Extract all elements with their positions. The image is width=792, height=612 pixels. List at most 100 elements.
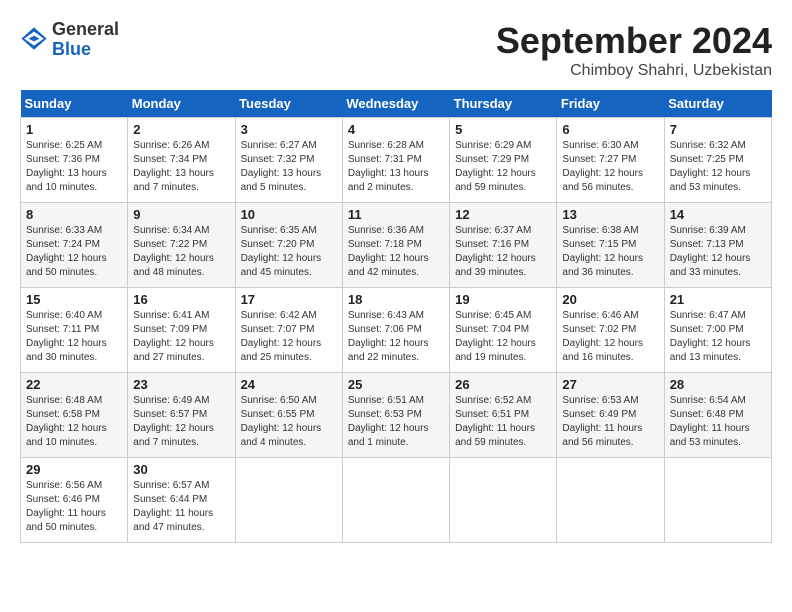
day-info: Sunrise: 6:47 AM Sunset: 7:00 PM Dayligh… xyxy=(670,309,766,365)
day-info: Sunrise: 6:43 AM Sunset: 7:06 PM Dayligh… xyxy=(348,309,444,365)
day-number: 19 xyxy=(455,292,551,307)
table-row: 1 Sunrise: 6:25 AM Sunset: 7:36 PM Dayli… xyxy=(21,118,128,203)
day-info: Sunrise: 6:52 AM Sunset: 6:51 PM Dayligh… xyxy=(455,394,551,450)
day-number: 30 xyxy=(133,462,229,477)
day-info: Sunrise: 6:33 AM Sunset: 7:24 PM Dayligh… xyxy=(26,224,122,280)
table-row: 24 Sunrise: 6:50 AM Sunset: 6:55 PM Dayl… xyxy=(235,373,342,458)
logo-icon xyxy=(20,26,48,54)
day-number: 2 xyxy=(133,122,229,137)
table-row: 4 Sunrise: 6:28 AM Sunset: 7:31 PM Dayli… xyxy=(342,118,449,203)
day-number: 7 xyxy=(670,122,766,137)
day-info: Sunrise: 6:29 AM Sunset: 7:29 PM Dayligh… xyxy=(455,139,551,195)
day-info: Sunrise: 6:53 AM Sunset: 6:49 PM Dayligh… xyxy=(562,394,658,450)
day-number: 3 xyxy=(241,122,337,137)
table-row: 11 Sunrise: 6:36 AM Sunset: 7:18 PM Dayl… xyxy=(342,203,449,288)
day-number: 6 xyxy=(562,122,658,137)
month-title: September 2024 xyxy=(496,20,772,62)
calendar-week-row: 29 Sunrise: 6:56 AM Sunset: 6:46 PM Dayl… xyxy=(21,458,772,543)
day-info: Sunrise: 6:51 AM Sunset: 6:53 PM Dayligh… xyxy=(348,394,444,450)
day-number: 1 xyxy=(26,122,122,137)
table-row: 29 Sunrise: 6:56 AM Sunset: 6:46 PM Dayl… xyxy=(21,458,128,543)
logo: General Blue xyxy=(20,20,119,60)
day-info: Sunrise: 6:37 AM Sunset: 7:16 PM Dayligh… xyxy=(455,224,551,280)
table-row: 23 Sunrise: 6:49 AM Sunset: 6:57 PM Dayl… xyxy=(128,373,235,458)
day-number: 11 xyxy=(348,207,444,222)
table-row: 21 Sunrise: 6:47 AM Sunset: 7:00 PM Dayl… xyxy=(664,288,771,373)
day-number: 17 xyxy=(241,292,337,307)
day-info: Sunrise: 6:46 AM Sunset: 7:02 PM Dayligh… xyxy=(562,309,658,365)
day-info: Sunrise: 6:41 AM Sunset: 7:09 PM Dayligh… xyxy=(133,309,229,365)
col-tuesday: Tuesday xyxy=(235,90,342,118)
day-info: Sunrise: 6:25 AM Sunset: 7:36 PM Dayligh… xyxy=(26,139,122,195)
calendar-table: Sunday Monday Tuesday Wednesday Thursday… xyxy=(20,90,772,543)
table-row: 25 Sunrise: 6:51 AM Sunset: 6:53 PM Dayl… xyxy=(342,373,449,458)
title-section: September 2024 Chimboy Shahri, Uzbekista… xyxy=(496,20,772,80)
day-info: Sunrise: 6:56 AM Sunset: 6:46 PM Dayligh… xyxy=(26,479,122,535)
day-number: 28 xyxy=(670,377,766,392)
day-number: 23 xyxy=(133,377,229,392)
table-row: 12 Sunrise: 6:37 AM Sunset: 7:16 PM Dayl… xyxy=(450,203,557,288)
calendar-week-row: 1 Sunrise: 6:25 AM Sunset: 7:36 PM Dayli… xyxy=(21,118,772,203)
col-saturday: Saturday xyxy=(664,90,771,118)
day-info: Sunrise: 6:32 AM Sunset: 7:25 PM Dayligh… xyxy=(670,139,766,195)
table-row: 14 Sunrise: 6:39 AM Sunset: 7:13 PM Dayl… xyxy=(664,203,771,288)
table-row: 2 Sunrise: 6:26 AM Sunset: 7:34 PM Dayli… xyxy=(128,118,235,203)
day-info: Sunrise: 6:49 AM Sunset: 6:57 PM Dayligh… xyxy=(133,394,229,450)
day-number: 27 xyxy=(562,377,658,392)
table-row: 5 Sunrise: 6:29 AM Sunset: 7:29 PM Dayli… xyxy=(450,118,557,203)
table-row xyxy=(557,458,664,543)
day-number: 29 xyxy=(26,462,122,477)
col-friday: Friday xyxy=(557,90,664,118)
col-wednesday: Wednesday xyxy=(342,90,449,118)
table-row: 22 Sunrise: 6:48 AM Sunset: 6:58 PM Dayl… xyxy=(21,373,128,458)
day-info: Sunrise: 6:30 AM Sunset: 7:27 PM Dayligh… xyxy=(562,139,658,195)
day-number: 12 xyxy=(455,207,551,222)
day-info: Sunrise: 6:35 AM Sunset: 7:20 PM Dayligh… xyxy=(241,224,337,280)
day-number: 14 xyxy=(670,207,766,222)
table-row: 16 Sunrise: 6:41 AM Sunset: 7:09 PM Dayl… xyxy=(128,288,235,373)
day-number: 13 xyxy=(562,207,658,222)
day-info: Sunrise: 6:50 AM Sunset: 6:55 PM Dayligh… xyxy=(241,394,337,450)
day-number: 24 xyxy=(241,377,337,392)
table-row xyxy=(342,458,449,543)
day-number: 25 xyxy=(348,377,444,392)
table-row: 19 Sunrise: 6:45 AM Sunset: 7:04 PM Dayl… xyxy=(450,288,557,373)
calendar-week-row: 8 Sunrise: 6:33 AM Sunset: 7:24 PM Dayli… xyxy=(21,203,772,288)
day-number: 4 xyxy=(348,122,444,137)
day-number: 20 xyxy=(562,292,658,307)
calendar-week-row: 22 Sunrise: 6:48 AM Sunset: 6:58 PM Dayl… xyxy=(21,373,772,458)
calendar-week-row: 15 Sunrise: 6:40 AM Sunset: 7:11 PM Dayl… xyxy=(21,288,772,373)
day-number: 15 xyxy=(26,292,122,307)
table-row: 20 Sunrise: 6:46 AM Sunset: 7:02 PM Dayl… xyxy=(557,288,664,373)
col-sunday: Sunday xyxy=(21,90,128,118)
day-number: 26 xyxy=(455,377,551,392)
calendar-header-row: Sunday Monday Tuesday Wednesday Thursday… xyxy=(21,90,772,118)
day-info: Sunrise: 6:28 AM Sunset: 7:31 PM Dayligh… xyxy=(348,139,444,195)
day-info: Sunrise: 6:27 AM Sunset: 7:32 PM Dayligh… xyxy=(241,139,337,195)
logo-blue-text: Blue xyxy=(52,39,91,59)
table-row: 30 Sunrise: 6:57 AM Sunset: 6:44 PM Dayl… xyxy=(128,458,235,543)
table-row: 15 Sunrise: 6:40 AM Sunset: 7:11 PM Dayl… xyxy=(21,288,128,373)
day-info: Sunrise: 6:48 AM Sunset: 6:58 PM Dayligh… xyxy=(26,394,122,450)
table-row: 9 Sunrise: 6:34 AM Sunset: 7:22 PM Dayli… xyxy=(128,203,235,288)
table-row: 6 Sunrise: 6:30 AM Sunset: 7:27 PM Dayli… xyxy=(557,118,664,203)
day-number: 10 xyxy=(241,207,337,222)
day-info: Sunrise: 6:38 AM Sunset: 7:15 PM Dayligh… xyxy=(562,224,658,280)
day-number: 22 xyxy=(26,377,122,392)
logo-general-text: General xyxy=(52,19,119,39)
page-header: General Blue September 2024 Chimboy Shah… xyxy=(20,20,772,80)
table-row: 8 Sunrise: 6:33 AM Sunset: 7:24 PM Dayli… xyxy=(21,203,128,288)
table-row: 10 Sunrise: 6:35 AM Sunset: 7:20 PM Dayl… xyxy=(235,203,342,288)
table-row xyxy=(450,458,557,543)
day-info: Sunrise: 6:45 AM Sunset: 7:04 PM Dayligh… xyxy=(455,309,551,365)
table-row: 18 Sunrise: 6:43 AM Sunset: 7:06 PM Dayl… xyxy=(342,288,449,373)
day-number: 18 xyxy=(348,292,444,307)
table-row: 17 Sunrise: 6:42 AM Sunset: 7:07 PM Dayl… xyxy=(235,288,342,373)
day-number: 9 xyxy=(133,207,229,222)
table-row xyxy=(235,458,342,543)
table-row: 27 Sunrise: 6:53 AM Sunset: 6:49 PM Dayl… xyxy=(557,373,664,458)
day-number: 16 xyxy=(133,292,229,307)
table-row: 13 Sunrise: 6:38 AM Sunset: 7:15 PM Dayl… xyxy=(557,203,664,288)
day-info: Sunrise: 6:57 AM Sunset: 6:44 PM Dayligh… xyxy=(133,479,229,535)
table-row xyxy=(664,458,771,543)
